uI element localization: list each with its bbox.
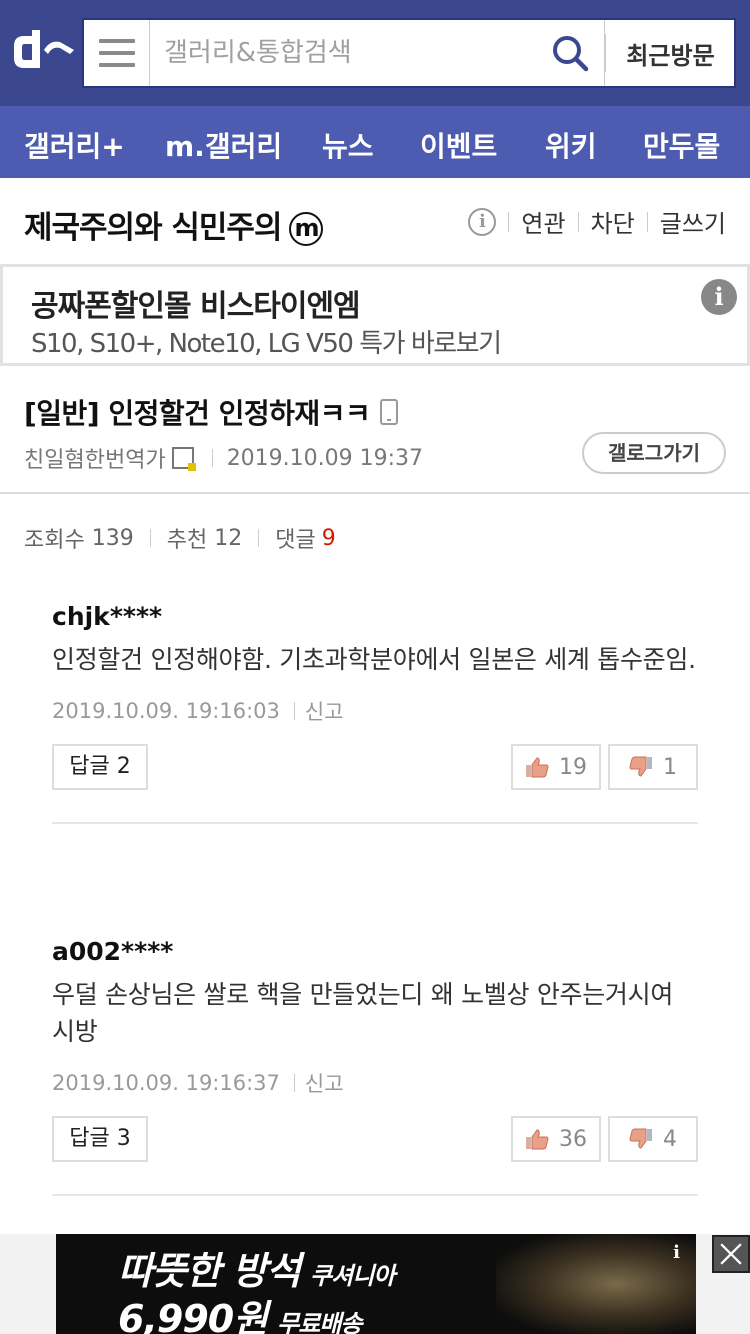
seat-cushion-image (496, 1234, 696, 1334)
thumbs-up-icon (526, 757, 549, 778)
gallog-button[interactable]: 갤로그가기 (582, 432, 726, 474)
upvote-button[interactable]: 19 (511, 744, 601, 790)
comment-actions: 답글 2 19 1 (52, 744, 698, 790)
fixed-nick-icon (171, 447, 196, 471)
search-box: 최근방문 (82, 18, 736, 88)
dc-logo-icon[interactable] (10, 28, 76, 78)
post-datetime: 2019.10.09 19:37 (226, 445, 424, 471)
nav-item-mandu-mall[interactable]: 만두몰 (643, 125, 720, 165)
write-link[interactable]: 글쓰기 (660, 204, 726, 239)
post-title: [일반] 인정할건 인정하재ㅋㅋ (24, 392, 399, 432)
comment-datetime: 2019.10.09. 19:16:03 (52, 699, 280, 723)
search-icon[interactable] (550, 33, 590, 73)
report-link[interactable]: 신고 (305, 1068, 344, 1098)
thumbs-up-icon (526, 1129, 549, 1150)
comment-item: chjk**** 인정할건 인정해야함. 기초과학분야에서 일본은 세계 톱수준… (52, 602, 698, 824)
nav-item-event[interactable]: 이벤트 (420, 125, 497, 165)
banner-price-line: 6,990원 무료배송 (118, 1288, 363, 1334)
mobile-phone-icon (380, 399, 399, 425)
upvote-count: 36 (559, 1126, 587, 1152)
views-label: 조회수 (24, 528, 85, 553)
comment-author: a002**** (52, 937, 174, 966)
hamburger-line (98, 39, 135, 43)
comment-text: 우덜 손상님은 쌀로 핵을 만들었는디 왜 노벨상 안주는거시여 시방 (52, 980, 674, 1046)
gallery-actions: i 연관 차단 글쓰기 (468, 204, 726, 239)
banner-line1: 따뜻한 방석 (118, 1249, 301, 1293)
divider (293, 702, 295, 720)
upvote-button[interactable]: 36 (511, 1116, 601, 1162)
hamburger-line (98, 63, 135, 67)
comment-divider (52, 822, 698, 824)
block-link[interactable]: 차단 (591, 204, 635, 239)
info-icon[interactable]: i (468, 207, 497, 236)
thumbs-down-icon (629, 1128, 652, 1149)
close-ad-icon[interactable] (712, 1235, 750, 1273)
reply-button[interactable]: 답글 3 (52, 1116, 148, 1162)
divider (646, 211, 648, 232)
menu-button[interactable] (84, 20, 150, 86)
gallery-title[interactable]: 제국주의와 식민주의 m (24, 202, 324, 247)
comments-label: 댓글 (275, 528, 316, 553)
upvote-count: 19 (559, 754, 587, 780)
comments-count: 9 (321, 525, 336, 551)
views-count: 139 (91, 525, 134, 551)
ad-title[interactable]: 공짜폰할인몰 비스타이엔엠 (31, 281, 361, 325)
divider (293, 1074, 295, 1092)
divider (258, 529, 260, 547)
nav-item-m-gallery[interactable]: m.갤러리 (165, 125, 282, 165)
main-nav: 갤러리+ m.갤러리 뉴스 이벤트 위키 만두몰 (0, 106, 750, 178)
reply-button[interactable]: 답글 2 (52, 744, 148, 790)
comment-text: 인정할건 인정해야함. 기초과학분야에서 일본은 세계 톱수준임. (52, 645, 696, 674)
banner-headline: 따뜻한 방석 쿠셔니아 (118, 1240, 395, 1295)
post-meta: 친일혐한번역가 2019.10.09 19:37 (24, 442, 423, 474)
minor-gallery-badge: m (289, 212, 324, 246)
nav-item-wiki[interactable]: 위키 (545, 125, 597, 165)
ad-info-icon[interactable]: i (701, 279, 737, 315)
thumbs-down-icon (629, 756, 652, 777)
divider (508, 211, 510, 232)
banner-price: 6,990원 (118, 1297, 268, 1334)
comment-author: chjk**** (52, 602, 163, 631)
downvote-button[interactable]: 1 (608, 744, 698, 790)
text-ad[interactable]: 공짜폰할인몰 비스타이엔엠 S10, S10+, Note10, LG V50 … (0, 264, 750, 366)
recommend-count: 12 (214, 525, 243, 551)
downvote-count: 4 (663, 1126, 677, 1152)
post-stats: 조회수 139 추천 12 댓글 9 (24, 522, 336, 554)
nav-item-news[interactable]: 뉴스 (322, 125, 374, 165)
comment-meta: 2019.10.09. 19:16:03 신고 (52, 696, 698, 726)
downvote-count: 1 (663, 754, 677, 780)
comment-divider (52, 1194, 698, 1196)
post-header: [일반] 인정할건 인정하재ㅋㅋ 친일혐한번역가 2019.10.09 19:3… (0, 366, 750, 494)
banner-shipping: 무료배송 (277, 1310, 362, 1334)
ad-subtitle[interactable]: S10, S10+, Note10, LG V50 특가 바로보기 (31, 323, 502, 360)
gallery-bar: 제국주의와 식민주의 m i 연관 차단 글쓰기 (0, 178, 750, 264)
hamburger-line (98, 51, 135, 55)
bottom-banner-ad[interactable]: 따뜻한 방석 쿠셔니아 6,990원 무료배송 i (56, 1234, 696, 1334)
top-header: 최근방문 (0, 0, 750, 106)
comment-datetime: 2019.10.09. 19:16:37 (52, 1071, 280, 1095)
recent-visit-button[interactable]: 최근방문 (604, 20, 736, 86)
recommend-label: 추천 (166, 528, 208, 553)
post-author[interactable]: 친일혐한번역가 (24, 442, 166, 474)
downvote-button[interactable]: 4 (608, 1116, 698, 1162)
comment-meta: 2019.10.09. 19:16:37 신고 (52, 1068, 698, 1098)
search-input[interactable] (164, 20, 544, 86)
banner-brand: 쿠셔니아 (310, 1262, 395, 1290)
gallery-title-text[interactable]: 제국주의와 식민주의 (24, 210, 282, 246)
divider (211, 449, 213, 467)
related-link[interactable]: 연관 (521, 204, 565, 239)
comment-item: a002**** 우덜 손상님은 쌀로 핵을 만들었는디 왜 노벨상 안주는거시… (52, 937, 698, 1196)
banner-info-icon[interactable]: i (673, 1242, 680, 1263)
nav-item-gallery-plus[interactable]: 갤러리+ (24, 125, 125, 165)
post-title-text: [일반] 인정할건 인정하재ㅋㅋ (24, 397, 371, 430)
divider (577, 211, 579, 232)
divider (149, 529, 151, 547)
report-link[interactable]: 신고 (305, 696, 344, 726)
comment-actions: 답글 3 36 4 (52, 1116, 698, 1162)
